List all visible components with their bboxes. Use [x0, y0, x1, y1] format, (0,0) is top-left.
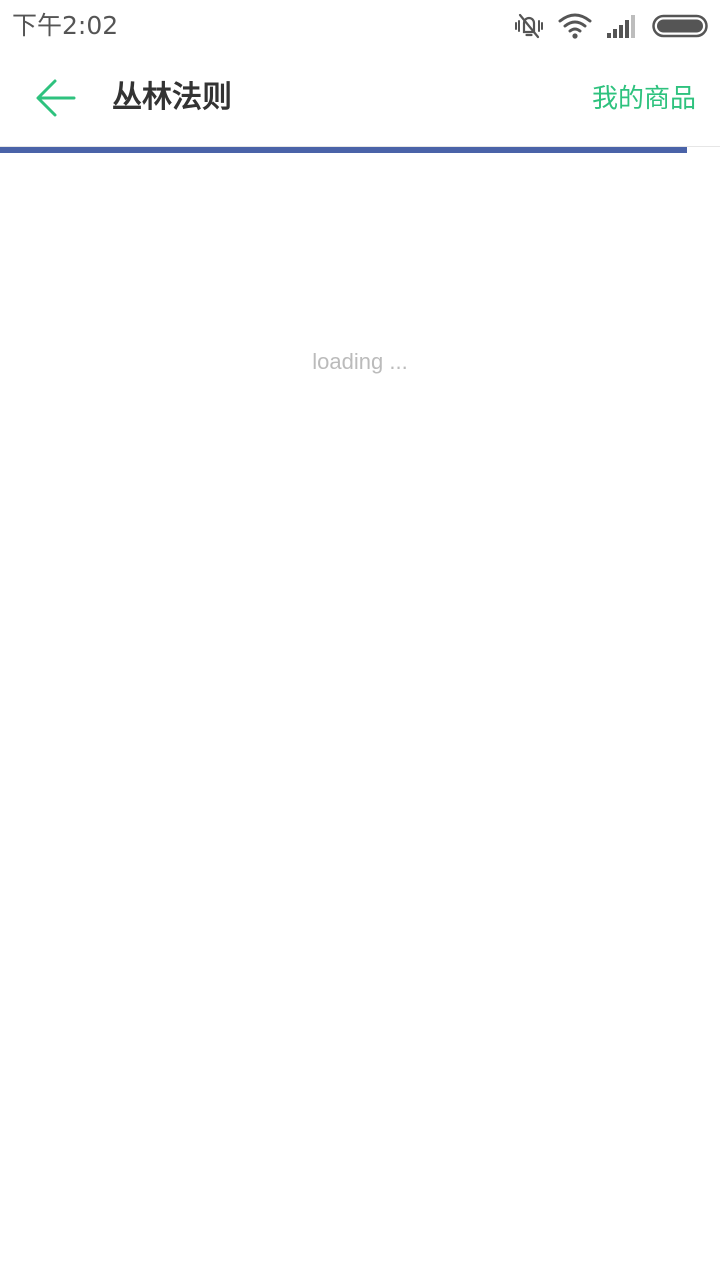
webview-content: loading ... — [0, 153, 720, 1280]
loading-text: loading ... — [312, 349, 408, 374]
status-icons — [514, 10, 710, 42]
cellular-signal-icon — [606, 13, 638, 39]
arrow-left-icon — [35, 77, 77, 123]
back-button[interactable] — [24, 68, 88, 132]
my-goods-button[interactable]: 我的商品 — [592, 80, 696, 118]
battery-icon — [652, 13, 710, 39]
page-title: 丛林法则 — [112, 80, 232, 115]
toolbar: 丛林法则 我的商品 — [0, 52, 720, 146]
status-bar: 下午2:02 — [0, 0, 720, 52]
screen: 下午2:02 丛林法则 我的商品 loading ... — [0, 0, 720, 1280]
status-time: 下午2:02 — [12, 11, 119, 40]
vibrate-silent-icon — [514, 12, 544, 40]
wifi-icon — [558, 13, 592, 39]
